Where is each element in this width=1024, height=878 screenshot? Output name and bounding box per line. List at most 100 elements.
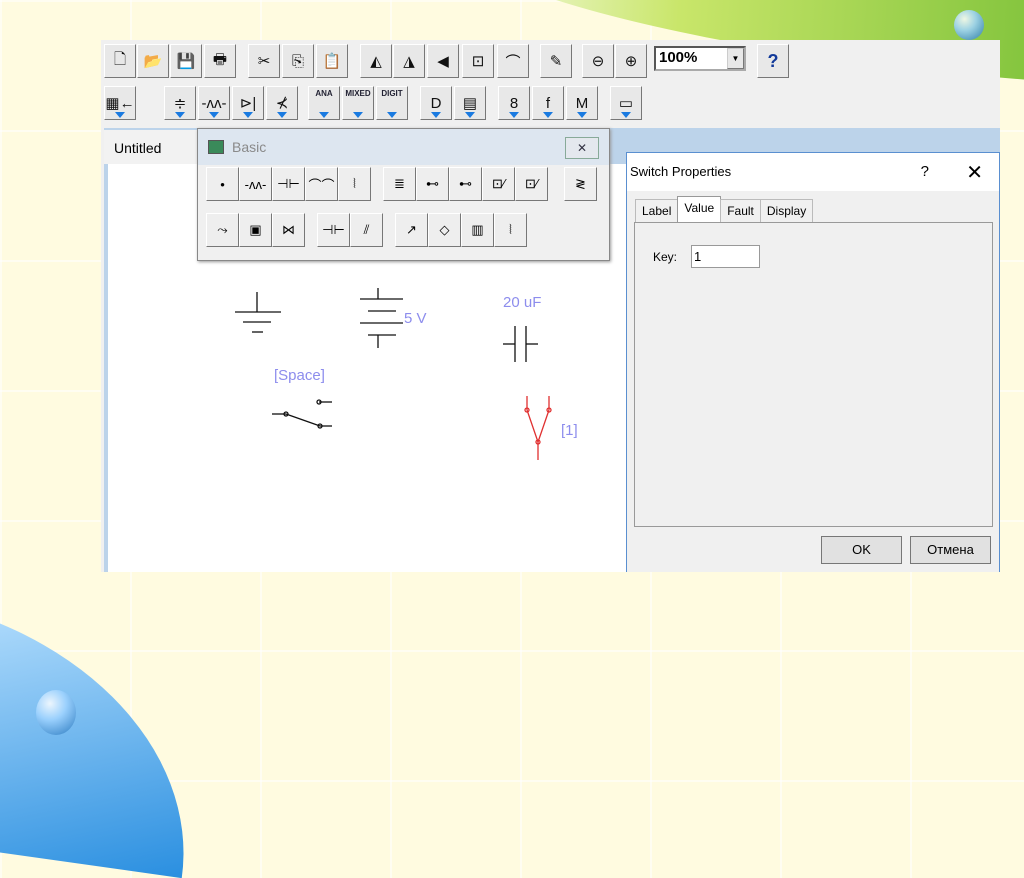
controls-glyph: f [545,94,551,112]
zoom-out-icon[interactable]: ⊖ [582,44,614,78]
palette-component-icon[interactable]: ◇ [428,213,461,247]
component-properties-icon[interactable]: ⊡ [462,44,494,78]
palette-component-icon[interactable]: ⦚ [338,167,371,201]
palette-component-icon[interactable]: ⌒⌒ [305,167,338,201]
key-input[interactable] [691,245,760,268]
instruments-icon[interactable]: ▭ [610,86,642,120]
palette-component-icon[interactable]: ▣ [239,213,272,247]
zoom-in-icon[interactable]: ⊕ [615,44,647,78]
palette-component-icon[interactable]: -ʌʌ- [239,167,272,201]
decorative-drop [36,690,76,735]
chevron-down-icon[interactable]: ▼ [727,48,744,69]
palette-component-glyph: -ʌʌ- [244,176,267,192]
palette-component-glyph: ⊣⊢ [322,222,345,237]
cancel-button[interactable]: Отмена [910,536,991,564]
open-folder-icon[interactable]: 📂 [137,44,169,78]
diodes-icon[interactable]: ⊳| [232,86,264,120]
save-glyph: 💾 [176,53,196,70]
palette-component-icon[interactable]: ⋈ [272,213,305,247]
logic-gates-glyph: D [430,94,442,112]
help-icon[interactable]: ? [921,163,929,180]
palette-component-glyph: ⊣⊢ [277,176,300,191]
zoom-value: 100% [659,49,698,66]
palette-component-glyph: ⦚ [353,176,356,191]
dropdown-arrow-icon [209,112,219,118]
analog-ics-glyph: ANA [315,89,333,98]
palette-component-icon[interactable]: ⊣⊢ [272,167,305,201]
tab-display[interactable]: Display [759,199,814,222]
digital-glyph: ▤ [462,95,478,112]
dropdown-arrow-icon [353,112,363,118]
sources-icon[interactable]: ≑ [164,86,196,120]
rotate-icon[interactable]: ◭ [360,44,392,78]
paste-icon[interactable]: 📋 [316,44,348,78]
logic-gates-icon[interactable]: D [420,86,452,120]
dropdown-arrow-icon [387,112,397,118]
ok-button[interactable]: OK [821,536,902,564]
new-file-icon[interactable]: 🗋 [104,44,136,78]
palette-component-icon[interactable]: • [206,167,239,201]
indicators-glyph: 8 [509,94,519,112]
battery-symbol [360,288,403,348]
palette-component-icon[interactable]: ⊷ [416,167,449,201]
edit-pencil-glyph: ✎ [549,53,563,70]
palette-component-icon[interactable]: ≷ [564,167,597,201]
palette-component-icon[interactable]: ⊣⊢ [317,213,350,247]
decorative-drop [954,10,984,40]
basic-palette: Basic ✕ • -ʌʌ- ⊣⊢ ⌒⌒ ⦚ ≣ ⊷ ⊷ ⊡⁄ ⊡⁄ ≷ ⤳ ▣ ⋈ ⊣⊢ ⫽ ↗ ◇ ▥ ⦚ [197,128,610,261]
palette-component-icon[interactable]: ⫽ [350,213,383,247]
palette-component-glyph: ⊷ [459,176,472,191]
palette-component-icon[interactable]: ⊡⁄ [515,167,548,201]
indicators-icon[interactable]: 8 [498,86,530,120]
palette-component-glyph: ⫽ [363,222,370,237]
digital-ics-glyph: DIGIT [381,89,403,98]
help-button[interactable]: ? [757,44,789,78]
dropdown-arrow-icon [319,112,329,118]
tab-label[interactable]: Label [635,199,679,222]
flip-horizontal-glyph: ◮ [403,53,415,70]
dropdown-arrow-icon [431,112,441,118]
palette-component-glyph: ≷ [575,176,586,191]
print-icon[interactable]: 🖶 [204,44,236,78]
palette-title: Basic [232,139,267,155]
circuit-window-title[interactable]: Untitled [104,130,200,164]
palette-component-icon[interactable]: ↗ [395,213,428,247]
close-icon[interactable]: ✕ [966,160,983,185]
key-label: Key: [653,250,678,264]
tab-fault[interactable]: Fault [720,199,761,222]
palette-component-icon[interactable]: ≣ [383,167,416,201]
palette-component-icon[interactable]: ▥ [461,213,494,247]
mixed-ics-icon[interactable]: MIXED [342,86,374,120]
copy-icon[interactable]: ⎘ [282,44,314,78]
palette-component-icon[interactable]: ⤳ [206,213,239,247]
palette-component-icon[interactable]: ⊷ [449,167,482,201]
palette-component-icon[interactable]: ⊡⁄ [482,167,515,201]
miscellaneous-glyph: M [575,94,589,112]
dropdown-arrow-icon [277,112,287,118]
analog-ics-icon[interactable]: ANA [308,86,340,120]
cut-glyph: ✂ [257,53,271,70]
transistors-glyph: ⊀ [275,95,289,112]
new-file-glyph: 🗋 [113,50,127,68]
miscellaneous-icon[interactable]: M [566,86,598,120]
zoom-out-glyph: ⊖ [591,53,605,70]
palette-component-icon[interactable]: ⦚ [494,213,527,247]
digital-ics-icon[interactable]: DIGIT [376,86,408,120]
palette-window-icon [208,140,224,154]
analysis-graph-icon[interactable]: ⌒ [497,44,529,78]
relay-label: [1] [561,422,578,439]
flip-vertical-icon[interactable]: ◀ [427,44,459,78]
transistors-icon[interactable]: ⊀ [266,86,298,120]
tab-value[interactable]: Value [677,196,722,222]
palette-close-button[interactable]: ✕ [565,137,599,159]
palette-component-glyph: ▣ [249,222,262,237]
parts-bin-icon[interactable]: ▦← [104,86,136,120]
digital-icon[interactable]: ▤ [454,86,486,120]
zoom-select[interactable]: 100% ▼ [654,46,746,71]
save-icon[interactable]: 💾 [170,44,202,78]
cut-icon[interactable]: ✂ [248,44,280,78]
basic-icon[interactable]: -ʌʌ- [198,86,230,120]
edit-pencil-icon[interactable]: ✎ [540,44,572,78]
controls-icon[interactable]: f [532,86,564,120]
flip-horizontal-icon[interactable]: ◮ [393,44,425,78]
